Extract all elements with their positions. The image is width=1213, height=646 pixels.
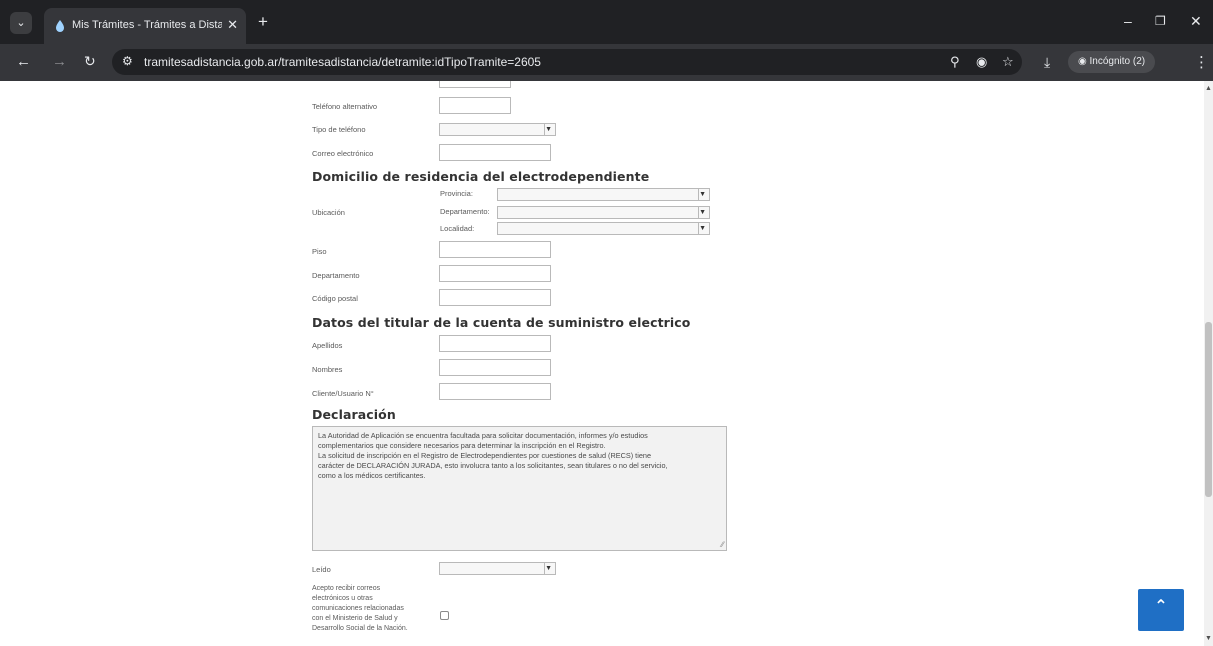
codigo-postal-label: Código postal — [312, 294, 358, 303]
tab-title: Mis Trámites - Trámites a Dista — [72, 19, 222, 31]
declaracion-line: La solicitud de inscripción en el Regist… — [318, 451, 652, 460]
cliente-usuario-input[interactable] — [439, 383, 551, 400]
tab-search-chevron-icon[interactable]: ⌄ — [10, 12, 32, 34]
browser-menu-icon[interactable]: ⋮ — [1194, 53, 1209, 71]
declaracion-heading: Declaración — [312, 407, 396, 422]
apellidos-input[interactable] — [439, 335, 551, 352]
titular-heading: Datos del titular de la cuenta de sumini… — [312, 315, 691, 330]
provincia-label: Provincia: — [440, 189, 473, 198]
piso-input[interactable] — [439, 241, 551, 258]
chevron-down-icon: ▼ — [545, 565, 552, 572]
address-bar[interactable]: ⚙ tramitesadistancia.gob.ar/tramitesadis… — [112, 49, 1022, 75]
telefono-alternativo-input[interactable] — [439, 97, 511, 114]
tipo-telefono-select[interactable]: ▼ — [439, 123, 556, 136]
acepto-line: Acepto recibir correos — [312, 585, 381, 592]
tipo-telefono-label: Tipo de teléfono — [312, 125, 366, 134]
declaracion-textarea[interactable]: La Autoridad de Aplicación se encuentra … — [312, 426, 727, 551]
apellidos-label: Apellidos — [312, 341, 343, 350]
localidad-label: Localidad: — [440, 224, 475, 233]
back-to-top-button[interactable]: ⌃ — [1138, 589, 1184, 631]
browser-tab[interactable]: Mis Trámites - Trámites a Dista ✕ — [44, 8, 246, 44]
form-page: Teléfono alternativo Tipo de teléfono ▼ … — [0, 81, 1204, 646]
acepto-checkbox[interactable] — [440, 611, 449, 620]
browser-toolbar: ← → ↻ ⚙ tramitesadistancia.gob.ar/tramit… — [0, 44, 1213, 81]
eye-blocked-icon[interactable]: ◉ — [976, 54, 987, 70]
new-tab-plus-icon[interactable]: + — [258, 13, 268, 30]
bookmark-star-icon[interactable]: ☆ — [1002, 54, 1014, 70]
declaracion-line: carácter de DECLARACIÓN JURADA, esto inv… — [318, 461, 668, 470]
back-arrow-icon[interactable]: ← — [16, 54, 31, 69]
correo-label: Correo electrónico — [312, 149, 374, 158]
minimize-window-icon[interactable]: – — [1124, 13, 1132, 29]
acepto-line: electrónicos u otras — [312, 595, 373, 602]
resize-handle-icon[interactable]: ∕∕ — [721, 540, 724, 549]
correo-input[interactable] — [439, 144, 551, 161]
scroll-up-arrow-icon[interactable]: ▲ — [1204, 85, 1213, 92]
scroll-down-arrow-icon[interactable]: ▼ — [1204, 635, 1213, 642]
localidad-select[interactable]: ▼ — [497, 222, 710, 235]
site-settings-icon[interactable]: ⚙ — [122, 54, 133, 68]
codigo-postal-input[interactable] — [439, 289, 551, 306]
leido-select[interactable]: ▼ — [439, 562, 556, 575]
domicilio-heading: Domicilio de residencia del electrodepen… — [312, 169, 650, 184]
departamento-label: Departamento — [312, 271, 360, 280]
incognito-label: Incógnito (2) — [1089, 56, 1146, 67]
page-scrollbar[interactable]: ▲ ▼ — [1204, 81, 1213, 646]
acepto-line: comunicaciones relacionadas — [312, 605, 404, 612]
cliente-usuario-label: Cliente/Usuario N° — [312, 389, 374, 398]
incognito-icon: ◉ — [1078, 56, 1087, 67]
download-icon[interactable]: ⤓ — [1044, 54, 1050, 71]
acepto-label: Acepto recibir correos electrónicos u ot… — [312, 584, 408, 634]
departamento-select[interactable]: ▼ — [497, 206, 710, 219]
acepto-line: con el Ministerio de Salud y — [312, 615, 398, 622]
chevron-down-icon: ▼ — [699, 209, 706, 216]
provincia-select[interactable]: ▼ — [497, 188, 710, 201]
chevron-down-icon: ▼ — [699, 191, 706, 198]
leido-label: Leído — [312, 565, 331, 574]
ubicacion-label: Ubicación — [312, 208, 345, 217]
departamento-sublabel: Departamento: — [440, 207, 490, 216]
tab-favicon-icon — [56, 20, 64, 32]
telefono-input[interactable] — [439, 81, 511, 88]
browser-tab-bar: ⌄ Mis Trámites - Trámites a Dista ✕ + – … — [0, 0, 1213, 44]
zoom-icon[interactable]: ⚲ — [950, 54, 960, 70]
url-text: tramitesadistancia.gob.ar/tramitesadista… — [144, 55, 541, 69]
piso-label: Piso — [312, 247, 327, 256]
reload-icon[interactable]: ↻ — [84, 54, 96, 69]
declaracion-line: como a los médicos certificantes. — [318, 471, 426, 480]
tab-close-icon[interactable]: ✕ — [227, 17, 238, 33]
restore-window-icon[interactable]: ❐ — [1155, 14, 1166, 28]
scrollbar-thumb[interactable] — [1205, 322, 1212, 497]
telefono-alternativo-label: Teléfono alternativo — [312, 102, 378, 111]
forward-arrow-icon[interactable]: → — [52, 54, 67, 69]
chevron-down-icon: ▼ — [699, 225, 706, 232]
departamento-input[interactable] — [439, 265, 551, 282]
incognito-badge[interactable]: ◉ Incógnito (2) — [1068, 51, 1156, 73]
chevron-down-icon: ▼ — [545, 126, 552, 133]
declaracion-line: La Autoridad de Aplicación se encuentra … — [318, 431, 648, 440]
nombres-label: Nombres — [312, 365, 343, 374]
nombres-input[interactable] — [439, 359, 551, 376]
close-window-icon[interactable]: ✕ — [1190, 13, 1202, 30]
acepto-line: Desarrollo Social de la Nación. — [312, 625, 408, 632]
chevron-up-icon: ⌃ — [1154, 598, 1168, 615]
declaracion-line: complementarios que considere necesarios… — [318, 441, 606, 450]
